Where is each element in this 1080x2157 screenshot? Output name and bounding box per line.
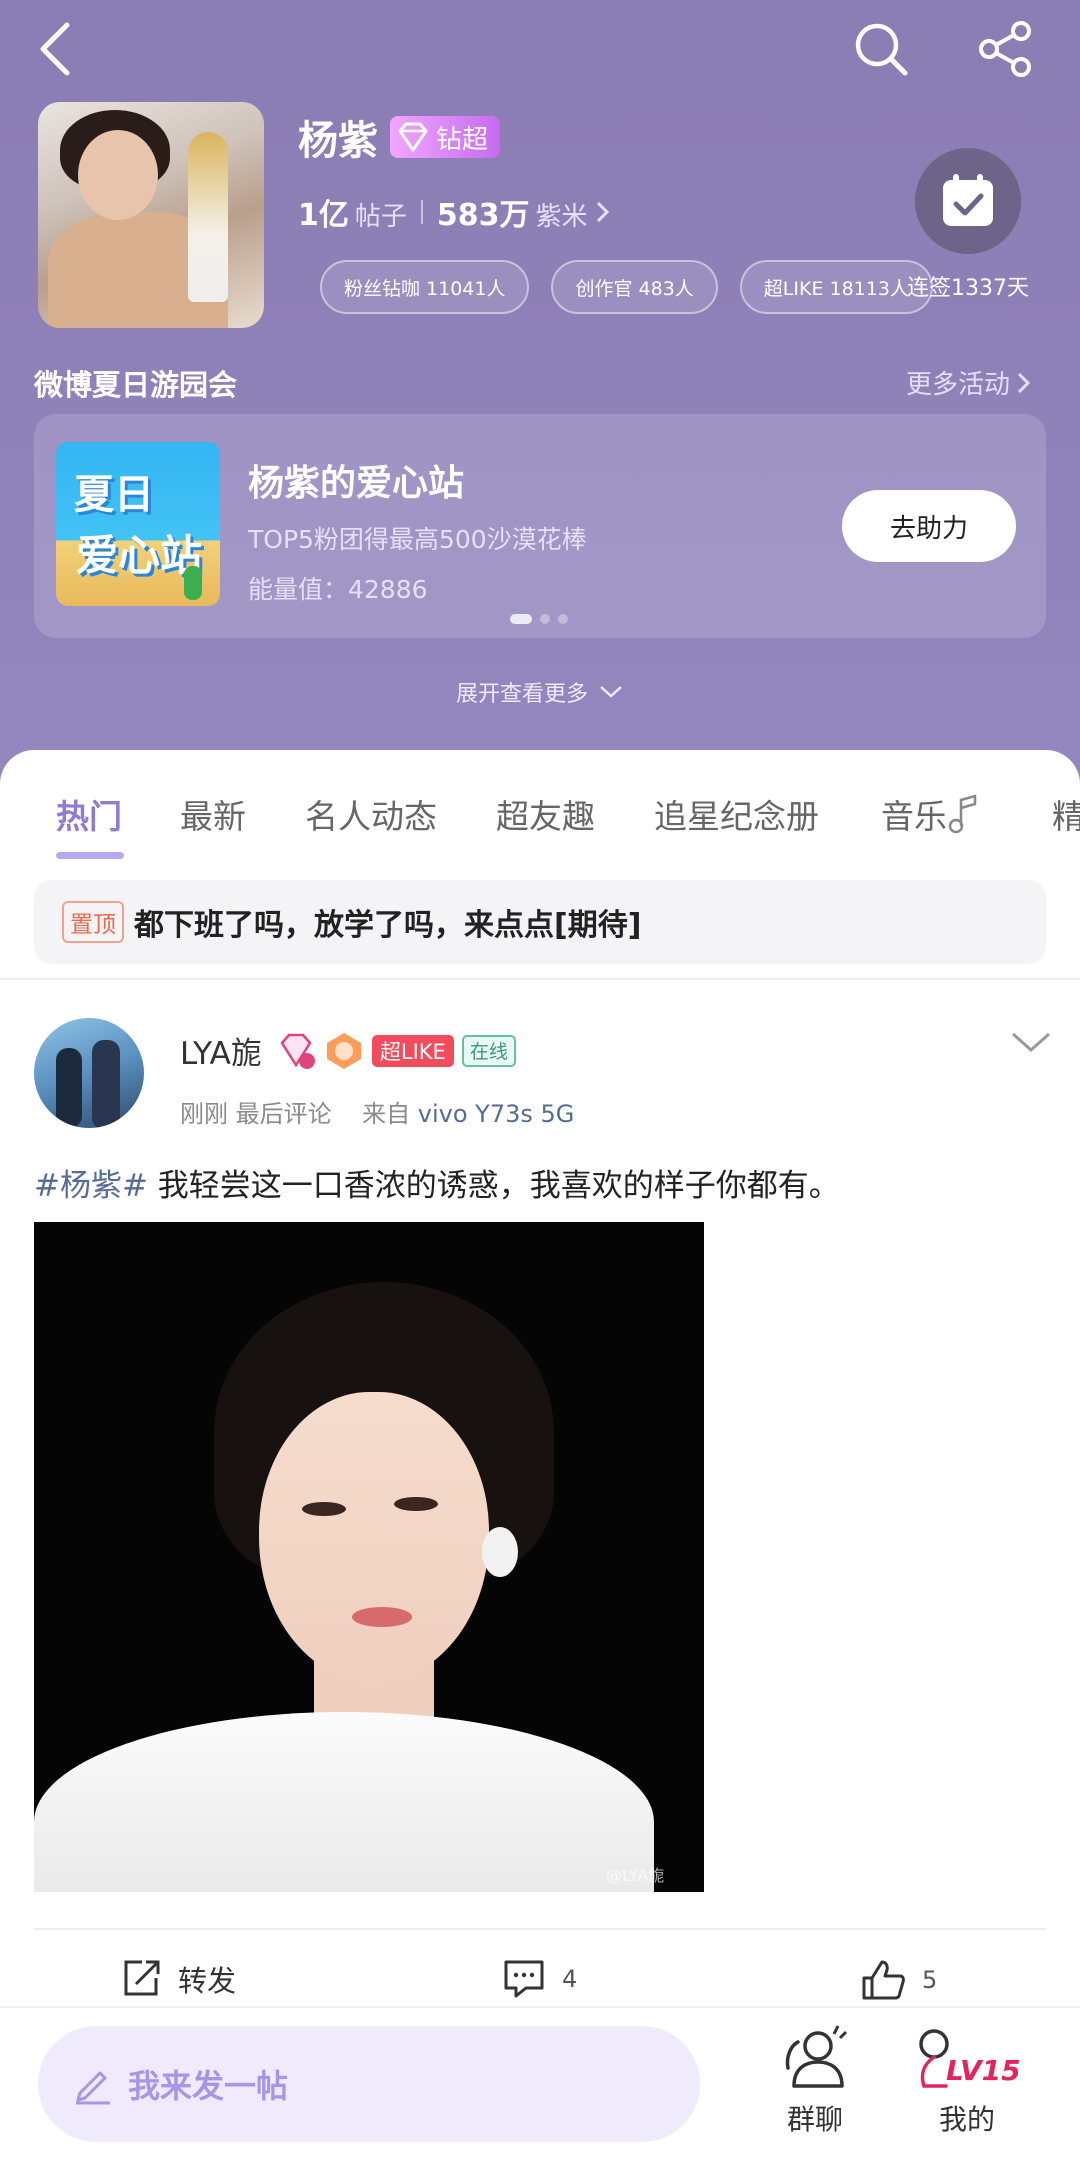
event-title: 杨紫的爱心站 <box>248 463 465 504</box>
fan-diamond-pill[interactable]: 粉丝钻咖 11041人 <box>320 260 530 314</box>
back-icon <box>40 22 70 76</box>
divider <box>0 978 1080 980</box>
topic-name: 杨紫 <box>298 118 378 164</box>
comment-count: 4 <box>562 1965 578 1993</box>
hashtag-link[interactable]: #杨紫# <box>34 1168 148 1204</box>
share-button[interactable] <box>970 14 1040 84</box>
repost-button[interactable]: 转发 <box>120 1958 236 2000</box>
tab-star-album[interactable]: 追星纪念册 <box>654 790 819 838</box>
like-count: 5 <box>922 1966 938 1994</box>
topic-avatar[interactable] <box>38 102 264 328</box>
pinned-text: 都下班了吗，放学了吗，来点点[期待] <box>134 908 642 943</box>
topic-header: 杨紫 钻超 1亿 帖子 583万 紫米 粉丝钻咖 11041人 创作官 483人… <box>0 0 1080 790</box>
zimi-count: 583万 <box>436 198 530 233</box>
section-title: 微博夏日游园会 <box>34 368 238 402</box>
posts-count: 1亿 <box>298 198 349 233</box>
compose-button[interactable]: 我来发一帖 <box>38 2026 700 2142</box>
event-energy: 能量值：42886 <box>248 575 428 604</box>
post-source[interactable]: vivo Y73s 5G <box>418 1100 575 1128</box>
post-menu-chevron-icon[interactable] <box>1010 1030 1052 1056</box>
carousel-dot <box>558 614 568 624</box>
chevron-right-icon <box>596 201 609 223</box>
group-chat-button[interactable]: 群聊 <box>760 2022 870 2138</box>
posts-label: 帖子 <box>354 202 407 232</box>
carousel-dot <box>510 614 532 624</box>
bottom-bar: 我来发一帖 群聊 LV15 我的 <box>0 2006 1080 2157</box>
back-button[interactable] <box>20 14 90 84</box>
tab-hot[interactable]: 热门 <box>56 790 122 838</box>
group-chat-icon <box>785 2025 848 2088</box>
level-text: LV15 <box>946 2054 1021 2087</box>
thumbs-up-icon <box>862 1960 905 2000</box>
mine-button[interactable]: LV15 我的 <box>912 2022 1022 2138</box>
checkin-button[interactable]: 连签1337天 <box>900 148 1036 306</box>
online-badge: 在线 <box>461 1034 516 1067</box>
tab-super-fun[interactable]: 超友趣 <box>496 790 595 838</box>
username[interactable]: LYA旎 <box>180 1028 262 1073</box>
pinned-post[interactable]: 置顶 都下班了吗，放学了吗，来点点[期待] <box>34 880 1046 964</box>
diamond-badge[interactable]: 钻超 <box>390 116 501 158</box>
post-meta: 刚刚 最后评论 来自 vivo Y73s 5G <box>180 1094 574 1129</box>
user-avatar[interactable] <box>34 1018 144 1128</box>
feed-panel: 热门 最新 名人动态 超友趣 追星纪念册 音乐 精 置顶 都下班了吗，放学了吗，… <box>0 750 1080 2000</box>
event-thumbnail: 夏日 爱心站 <box>56 442 220 606</box>
event-card[interactable]: 夏日 爱心站 杨紫的爱心站 TOP5粉团得最高500沙漠花棒 能量值：42886… <box>34 414 1046 638</box>
calendar-check-icon <box>943 174 993 226</box>
diamond-icon <box>398 122 428 152</box>
chevron-down-icon <box>600 686 622 698</box>
post-body: 我轻尝这一口香浓的诱惑，我喜欢的样子你都有。 <box>147 1168 840 1204</box>
repost-icon <box>124 1960 160 1996</box>
feed-tabs: 热门 最新 名人动态 超友趣 追星纪念册 音乐 精 <box>0 790 1080 860</box>
chevron-right-icon <box>1017 372 1031 393</box>
help-button[interactable]: 去助力 <box>842 490 1016 562</box>
tab-music[interactable]: 音乐 <box>881 790 981 838</box>
source-prefix: 来自 <box>362 1100 411 1128</box>
tab-featured[interactable]: 精 <box>1052 790 1080 838</box>
event-subtitle: TOP5粉团得最高500沙漠花棒 <box>248 525 587 554</box>
more-activities-link[interactable]: 更多活动 <box>906 364 1032 401</box>
active-tab-indicator <box>56 852 124 859</box>
tab-latest[interactable]: 最新 <box>180 790 246 838</box>
music-note-icon <box>948 794 977 834</box>
fan-medal-icon <box>326 1032 361 1069</box>
expand-more-button[interactable]: 展开查看更多 <box>0 676 1080 708</box>
diamond-level-icon <box>280 1033 315 1069</box>
like-button[interactable]: 5 <box>860 1958 937 2002</box>
pinned-tag: 置顶 <box>62 901 124 943</box>
tab-celebrity-news[interactable]: 名人动态 <box>305 790 437 838</box>
carousel-dots <box>510 614 568 624</box>
superlike-badge: 超LIKE <box>371 1034 454 1067</box>
cactus-icon <box>184 566 202 600</box>
image-watermark: @LYA旎 <box>606 1866 665 1885</box>
comment-icon <box>504 1960 544 1998</box>
profile-level-icon: LV15 <box>919 2029 1021 2088</box>
search-icon <box>855 23 908 76</box>
carousel-dot <box>540 614 550 624</box>
pencil-icon <box>76 2071 110 2105</box>
comment-button[interactable]: 4 <box>502 1958 577 2000</box>
post-text: #杨紫# 我轻尝这一口香浓的诱惑，我喜欢的样子你都有。 <box>34 1160 840 1205</box>
post-time: 刚刚 最后评论 <box>180 1100 332 1128</box>
search-button[interactable] <box>846 14 916 84</box>
stat-divider <box>420 200 423 224</box>
post-image[interactable]: @LYA旎 <box>34 1222 704 1892</box>
checkin-label: 连签1337天 <box>907 276 1029 301</box>
share-icon <box>979 21 1031 77</box>
divider <box>34 1928 1046 1930</box>
topic-stats[interactable]: 1亿 帖子 583万 紫米 <box>298 190 612 234</box>
creator-pill[interactable]: 创作官 483人 <box>551 260 718 314</box>
zimi-label: 紫米 <box>535 202 588 232</box>
